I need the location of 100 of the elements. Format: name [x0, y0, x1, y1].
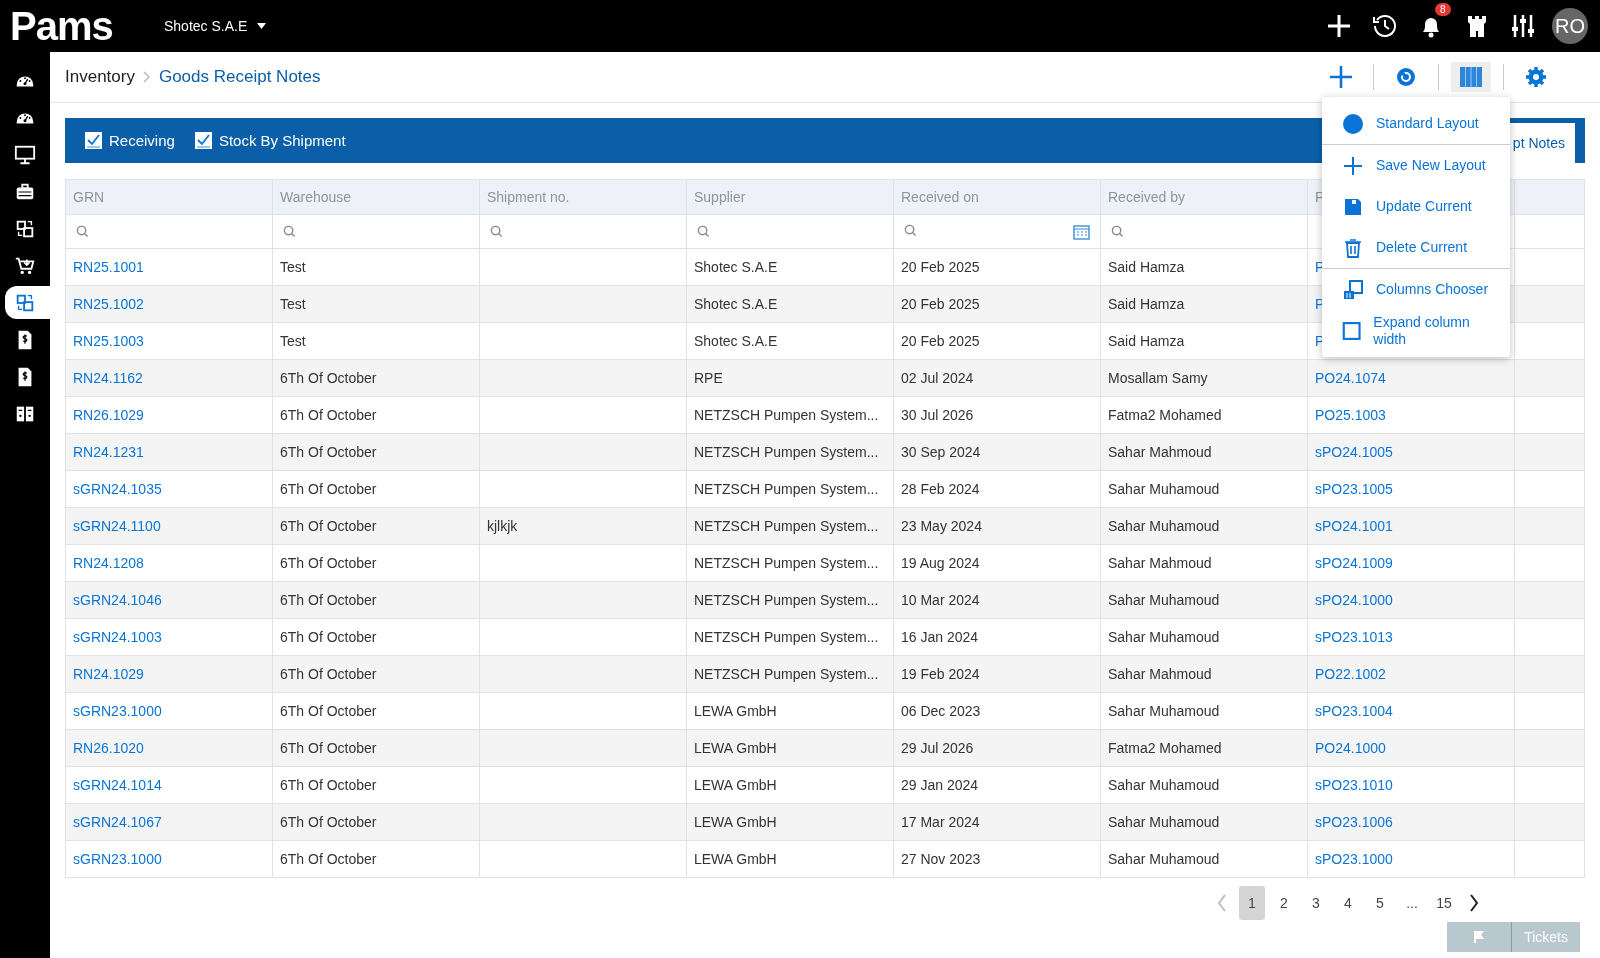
table-link[interactable]: sPO23.1006: [1315, 814, 1393, 830]
circle-icon: [1342, 112, 1364, 135]
table-link[interactable]: sPO24.1005: [1315, 444, 1393, 460]
table-link[interactable]: sPO23.1010: [1315, 777, 1393, 793]
sidebar-item[interactable]: [5, 286, 50, 319]
page-button[interactable]: 15: [1431, 886, 1457, 920]
table-cell: NETZSCH Pumpen System...: [694, 592, 879, 608]
logo: Pams: [10, 3, 114, 49]
page-button[interactable]: 4: [1335, 886, 1361, 920]
table-cell: Sahar Muhamoud: [1108, 851, 1220, 867]
table-cell: NETZSCH Pumpen System...: [694, 666, 879, 682]
column-header[interactable]: Warehouse: [280, 189, 352, 205]
checkbox-label[interactable]: Stock By Shipment: [218, 132, 346, 149]
table-cell: Said Hamza: [1108, 259, 1185, 275]
table-cell: kjlkjk: [487, 518, 518, 534]
table-cell: 20 Feb 2025: [901, 259, 980, 275]
table-link[interactable]: sGRN24.1046: [73, 592, 162, 608]
column-header[interactable]: Shipment no.: [487, 189, 570, 205]
table-cell: 20 Feb 2025: [901, 333, 980, 349]
page-button[interactable]: 5: [1367, 886, 1393, 920]
table-link[interactable]: sPO24.1009: [1315, 555, 1393, 571]
column-header[interactable]: Received on: [901, 189, 979, 205]
table-link[interactable]: sGRN24.1035: [73, 481, 162, 497]
filter-field[interactable]: [686, 214, 894, 249]
table-cell: Test: [280, 333, 306, 349]
table-cell: 6Th Of October: [280, 777, 377, 793]
table-cell: 6Th Of October: [280, 592, 377, 608]
table-cell: 02 Jul 2024: [901, 370, 974, 386]
table-cell: 20 Feb 2025: [901, 296, 980, 312]
table-link[interactable]: PO24.1074: [1315, 370, 1386, 386]
table-cell: 6Th Of October: [280, 814, 377, 830]
table-link[interactable]: RN25.1002: [73, 296, 144, 312]
table-link[interactable]: sPO23.1013: [1315, 629, 1393, 645]
filter-field[interactable]: [479, 214, 687, 249]
table-cell: 19 Feb 2024: [901, 666, 980, 682]
page-button[interactable]: 3: [1303, 886, 1329, 920]
table-link[interactable]: sPO24.1001: [1315, 518, 1393, 534]
table-cell: LEWA GmbH: [694, 777, 777, 793]
table-link[interactable]: RN25.1001: [73, 259, 144, 275]
chevron-icon: [142, 71, 151, 83]
filter-field[interactable]: [272, 214, 480, 249]
table-link[interactable]: RN24.1029: [73, 666, 144, 682]
table-cell: 29 Jan 2024: [901, 777, 979, 793]
table-cell: 16 Jan 2024: [901, 629, 979, 645]
table-cell: NETZSCH Pumpen System...: [694, 555, 879, 571]
table-link[interactable]: sGRN23.1000: [73, 851, 162, 867]
table-link[interactable]: sGRN24.1014: [73, 777, 162, 793]
table-cell: Mosallam Samy: [1108, 370, 1208, 386]
table-cell: Fatma2 Mohamed: [1108, 407, 1222, 423]
table-link[interactable]: PO24.1000: [1315, 740, 1386, 756]
table-link[interactable]: sGRN24.1100: [73, 518, 161, 534]
table-cell: Sahar Mahmoud: [1108, 666, 1212, 682]
page-button[interactable]: ...: [1399, 886, 1425, 920]
table-link[interactable]: RN25.1003: [73, 333, 144, 349]
table-cell: NETZSCH Pumpen System...: [694, 407, 879, 423]
table-link[interactable]: PO22.1002: [1315, 666, 1386, 682]
page-button[interactable]: 1: [1239, 886, 1265, 920]
table-link[interactable]: RN26.1020: [73, 740, 144, 756]
table-link[interactable]: sGRN23.1000: [73, 703, 162, 719]
page-button[interactable]: 2: [1271, 886, 1297, 920]
table-cell: Shotec S.A.E: [694, 296, 778, 312]
menu-item[interactable]: Expand column width: [1322, 310, 1510, 351]
menu-item[interactable]: Delete Current: [1322, 227, 1510, 268]
table-link[interactable]: RN26.1029: [73, 407, 144, 423]
breadcrumb-link[interactable]: Inventory: [65, 67, 135, 87]
menu-item[interactable]: Standard Layout: [1322, 103, 1510, 144]
search-icon: [283, 225, 296, 238]
calendar-icon[interactable]: [1073, 223, 1090, 240]
filter-field[interactable]: [1100, 214, 1308, 249]
history-icon[interactable]: [1371, 12, 1399, 40]
table-cell: 28 Feb 2024: [901, 481, 980, 497]
user-avatar[interactable]: RO: [1552, 8, 1588, 44]
checkbox-icon[interactable]: [194, 132, 212, 149]
table-link[interactable]: sGRN24.1003: [73, 629, 162, 645]
table-link[interactable]: RN24.1208: [73, 555, 144, 571]
checkbox-icon[interactable]: [85, 132, 102, 149]
company-selector[interactable]: Shotec S.A.E: [164, 18, 267, 34]
layout-button[interactable]: [1451, 62, 1491, 92]
checkbox-label[interactable]: Receiving: [109, 132, 175, 149]
column-header[interactable]: Supplier: [694, 189, 746, 205]
sliders-icon[interactable]: [1509, 12, 1537, 40]
table-link[interactable]: PO25.1003: [1315, 407, 1386, 423]
table-link[interactable]: RN24.1231: [73, 444, 144, 460]
column-header[interactable]: Received by: [1108, 189, 1186, 205]
table-cell: Said Hamza: [1108, 333, 1185, 349]
column-header[interactable]: GRN: [73, 189, 105, 205]
table-link[interactable]: sPO24.1000: [1315, 592, 1393, 608]
table-cell: Sahar Mahmoud: [1108, 444, 1212, 460]
table-cell: Sahar Muhamoud: [1108, 481, 1220, 497]
table-link[interactable]: sPO23.1004: [1315, 703, 1393, 719]
table-link[interactable]: sPO23.1005: [1315, 481, 1393, 497]
table-link[interactable]: sPO23.1000: [1315, 851, 1393, 867]
menu-item[interactable]: Update Current: [1322, 186, 1510, 227]
table-link[interactable]: RN24.1162: [73, 370, 143, 386]
filter-field[interactable]: [893, 214, 1101, 249]
add-icon[interactable]: [1325, 12, 1353, 40]
caret-icon: [257, 23, 267, 29]
table-link[interactable]: sGRN24.1067: [73, 814, 162, 830]
notification-badge: 8: [1435, 3, 1451, 16]
filter-field[interactable]: [65, 214, 273, 249]
